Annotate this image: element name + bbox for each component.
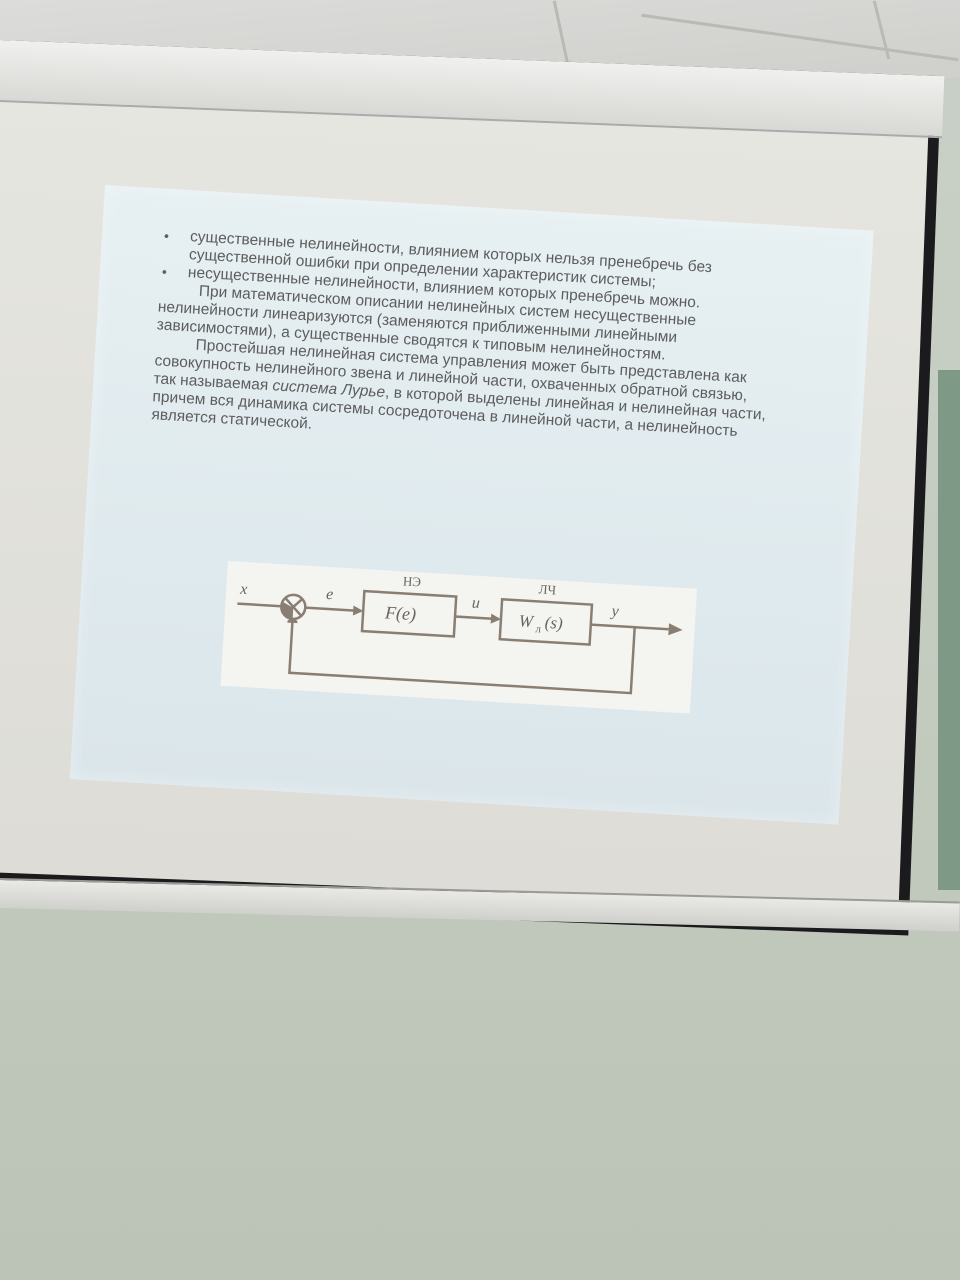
presentation-slide: • существенные нелинейности, влиянием ко… <box>69 185 874 825</box>
error-line <box>305 606 362 613</box>
block-diagram-svg: НЭ ЛЧ x e u y F(e) W л (s) <box>237 573 683 695</box>
arrowhead <box>668 623 683 636</box>
feedback-line <box>288 620 636 695</box>
block-linear-subscript: л <box>535 623 542 635</box>
bullet-icon: • <box>161 263 168 280</box>
lurie-system-block-diagram: НЭ ЛЧ x e u y F(e) W л (s) <box>220 560 698 714</box>
slide-text: • существенные нелинейности, влиянием ко… <box>151 226 782 460</box>
block-nonlinear-label: F(e) <box>383 602 416 625</box>
ceiling-seam <box>641 13 959 62</box>
signal-y: y <box>609 603 620 621</box>
block-linear-label: W <box>518 611 535 631</box>
signal-e: e <box>326 586 334 603</box>
bullet-icon: • <box>163 227 170 244</box>
block-linear-argument: (s) <box>544 613 563 633</box>
signal-x: x <box>239 581 248 598</box>
wall-panel <box>938 370 960 890</box>
label-ne: НЭ <box>403 573 422 589</box>
label-lch: ЛЧ <box>538 581 557 597</box>
ceiling-seam <box>552 0 571 70</box>
input-line <box>237 602 282 608</box>
output-line <box>590 623 669 631</box>
signal-u: u <box>471 595 480 612</box>
